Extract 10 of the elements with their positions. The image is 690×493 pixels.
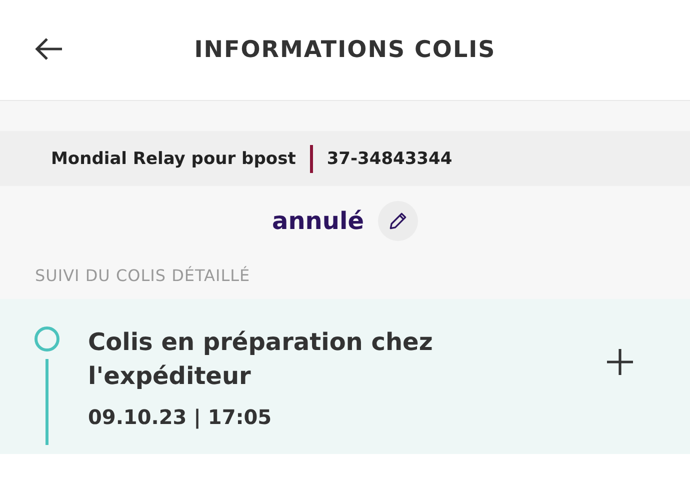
carrier-name: Mondial Relay pour bpost	[51, 148, 296, 168]
back-arrow-icon[interactable]	[34, 37, 64, 61]
event-datetime: 09.10.23 | 17:05	[88, 405, 273, 429]
page-title: INFORMATIONS COLIS	[194, 37, 496, 63]
tracking-number: 37-34843344	[326, 148, 452, 168]
section-heading: SUIVI DU COLIS DÉTAILLÉ	[34, 265, 252, 285]
status-text: annulé	[272, 207, 364, 235]
expand-button[interactable]	[605, 347, 635, 377]
edit-button[interactable]	[378, 201, 418, 241]
event-title: Colis en préparation chez l'expéditeur	[88, 327, 434, 392]
